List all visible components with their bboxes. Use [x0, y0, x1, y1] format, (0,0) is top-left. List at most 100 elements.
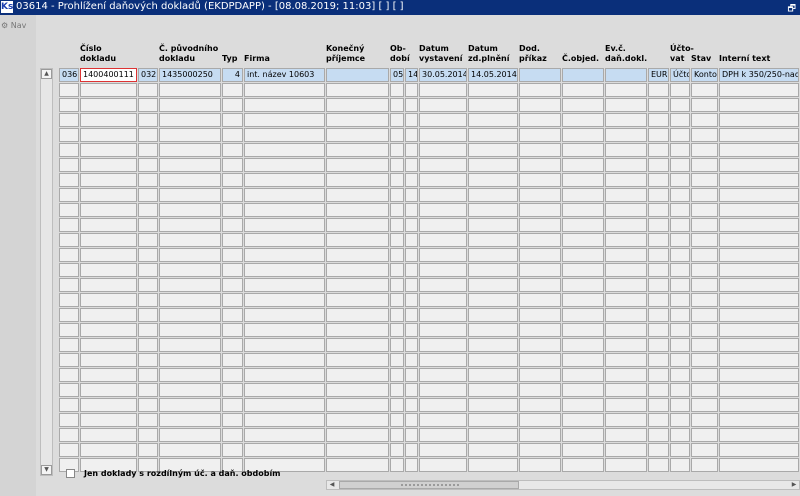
table-cell-cprefix[interactable]: [138, 368, 158, 382]
table-cell-dod[interactable]: [519, 143, 561, 157]
table-cell-konecny[interactable]: [326, 203, 389, 217]
table-cell-cobj[interactable]: [562, 293, 604, 307]
table-cell-dzd[interactable]: [468, 458, 518, 472]
table-cell-firma[interactable]: [244, 443, 325, 457]
table-cell-sel[interactable]: [59, 278, 79, 292]
table-cell-cislo[interactable]: [80, 278, 137, 292]
table-cell-obdobi2[interactable]: [405, 188, 418, 202]
table-cell-obdobi2[interactable]: [405, 368, 418, 382]
table-cell-uctovat[interactable]: [670, 128, 690, 142]
table-cell-interni[interactable]: DPH k 350/250-nadlimit: [719, 68, 799, 82]
table-cell-typ[interactable]: [222, 83, 243, 97]
table-cell-obdobi[interactable]: [390, 368, 404, 382]
table-cell-sel[interactable]: [59, 368, 79, 382]
table-cell-uctovat[interactable]: [670, 203, 690, 217]
column-header-konecny[interactable]: Konečný příjemce: [326, 44, 365, 64]
table-cell-cislo[interactable]: [80, 203, 137, 217]
table-cell-cpuv[interactable]: [159, 113, 221, 127]
table-cell-cobj[interactable]: [562, 338, 604, 352]
table-cell-cpuv[interactable]: [159, 308, 221, 322]
table-cell-cobj[interactable]: [562, 368, 604, 382]
table-cell-mena[interactable]: [648, 413, 669, 427]
table-cell-cprefix[interactable]: [138, 323, 158, 337]
table-cell-obdobi[interactable]: [390, 98, 404, 112]
table-cell-mena[interactable]: [648, 443, 669, 457]
table-cell-stav[interactable]: [691, 443, 718, 457]
table-cell-uctovat[interactable]: [670, 338, 690, 352]
table-cell-cpuv[interactable]: [159, 233, 221, 247]
table-cell-sel[interactable]: [59, 98, 79, 112]
table-cell-dod[interactable]: [519, 308, 561, 322]
table-cell-obdobi[interactable]: [390, 113, 404, 127]
table-cell-sel[interactable]: [59, 353, 79, 367]
table-cell-dvyst[interactable]: [419, 278, 467, 292]
table-cell-dod[interactable]: [519, 383, 561, 397]
table-cell-obdobi[interactable]: [390, 128, 404, 142]
table-cell-cprefix[interactable]: [138, 263, 158, 277]
table-cell-cpuv[interactable]: [159, 98, 221, 112]
table-cell-uctovat[interactable]: [670, 413, 690, 427]
table-cell-mena[interactable]: [648, 428, 669, 442]
table-cell-uctovat[interactable]: [670, 353, 690, 367]
table-cell-interni[interactable]: [719, 293, 799, 307]
table-cell-cislo[interactable]: [80, 218, 137, 232]
table-cell-sel[interactable]: [59, 323, 79, 337]
table-cell-obdobi[interactable]: [390, 428, 404, 442]
table-cell-cprefix[interactable]: 032: [138, 68, 158, 82]
table-cell-uctovat[interactable]: [670, 383, 690, 397]
table-cell-interni[interactable]: [719, 308, 799, 322]
table-cell-interni[interactable]: [719, 398, 799, 412]
table-cell-uctovat[interactable]: [670, 443, 690, 457]
table-cell-dod[interactable]: [519, 353, 561, 367]
table-cell-dvyst[interactable]: [419, 398, 467, 412]
table-cell-uctovat[interactable]: [670, 83, 690, 97]
horizontal-scrollbar[interactable]: ◀ ▶: [326, 480, 800, 490]
column-header-typ[interactable]: Typ: [222, 54, 237, 64]
table-cell-stav[interactable]: [691, 233, 718, 247]
table-cell-interni[interactable]: [719, 158, 799, 172]
table-cell-dod[interactable]: [519, 428, 561, 442]
table-cell-uctovat[interactable]: [670, 143, 690, 157]
table-cell-cprefix[interactable]: [138, 338, 158, 352]
table-cell-stav[interactable]: [691, 398, 718, 412]
table-cell-cprefix[interactable]: [138, 128, 158, 142]
table-cell-stav[interactable]: [691, 323, 718, 337]
table-cell-obdobi2[interactable]: [405, 428, 418, 442]
table-cell-dod[interactable]: [519, 263, 561, 277]
table-cell-firma[interactable]: [244, 248, 325, 262]
table-cell-dod[interactable]: [519, 218, 561, 232]
table-cell-typ[interactable]: 4: [222, 68, 243, 82]
table-cell-obdobi[interactable]: [390, 353, 404, 367]
table-cell-dzd[interactable]: [468, 263, 518, 277]
table-cell-stav[interactable]: [691, 368, 718, 382]
table-cell-obdobi2[interactable]: [405, 83, 418, 97]
table-cell-cobj[interactable]: [562, 458, 604, 472]
table-cell-mena[interactable]: [648, 323, 669, 337]
table-cell-konecny[interactable]: [326, 98, 389, 112]
table-cell-dzd[interactable]: [468, 98, 518, 112]
table-cell-cislo[interactable]: [80, 173, 137, 187]
table-cell-stav[interactable]: [691, 428, 718, 442]
table-cell-evc[interactable]: [605, 413, 647, 427]
table-cell-dvyst[interactable]: [419, 128, 467, 142]
table-cell-cprefix[interactable]: [138, 98, 158, 112]
table-cell-cislo[interactable]: [80, 428, 137, 442]
table-cell-stav[interactable]: [691, 173, 718, 187]
table-cell-mena[interactable]: [648, 458, 669, 472]
table-cell-obdobi2[interactable]: [405, 203, 418, 217]
table-cell-mena[interactable]: [648, 398, 669, 412]
table-cell-dvyst[interactable]: [419, 203, 467, 217]
table-cell-sel[interactable]: [59, 113, 79, 127]
table-cell-cobj[interactable]: [562, 353, 604, 367]
table-cell-obdobi2[interactable]: [405, 278, 418, 292]
table-cell-cprefix[interactable]: [138, 293, 158, 307]
table-cell-konecny[interactable]: [326, 443, 389, 457]
table-cell-cislo[interactable]: [80, 383, 137, 397]
table-cell-typ[interactable]: [222, 128, 243, 142]
table-cell-cobj[interactable]: [562, 98, 604, 112]
table-cell-obdobi[interactable]: [390, 143, 404, 157]
column-header-cislo[interactable]: Číslo dokladu: [80, 44, 116, 64]
table-cell-cobj[interactable]: [562, 143, 604, 157]
table-cell-interni[interactable]: [719, 83, 799, 97]
table-cell-uctovat[interactable]: [670, 278, 690, 292]
